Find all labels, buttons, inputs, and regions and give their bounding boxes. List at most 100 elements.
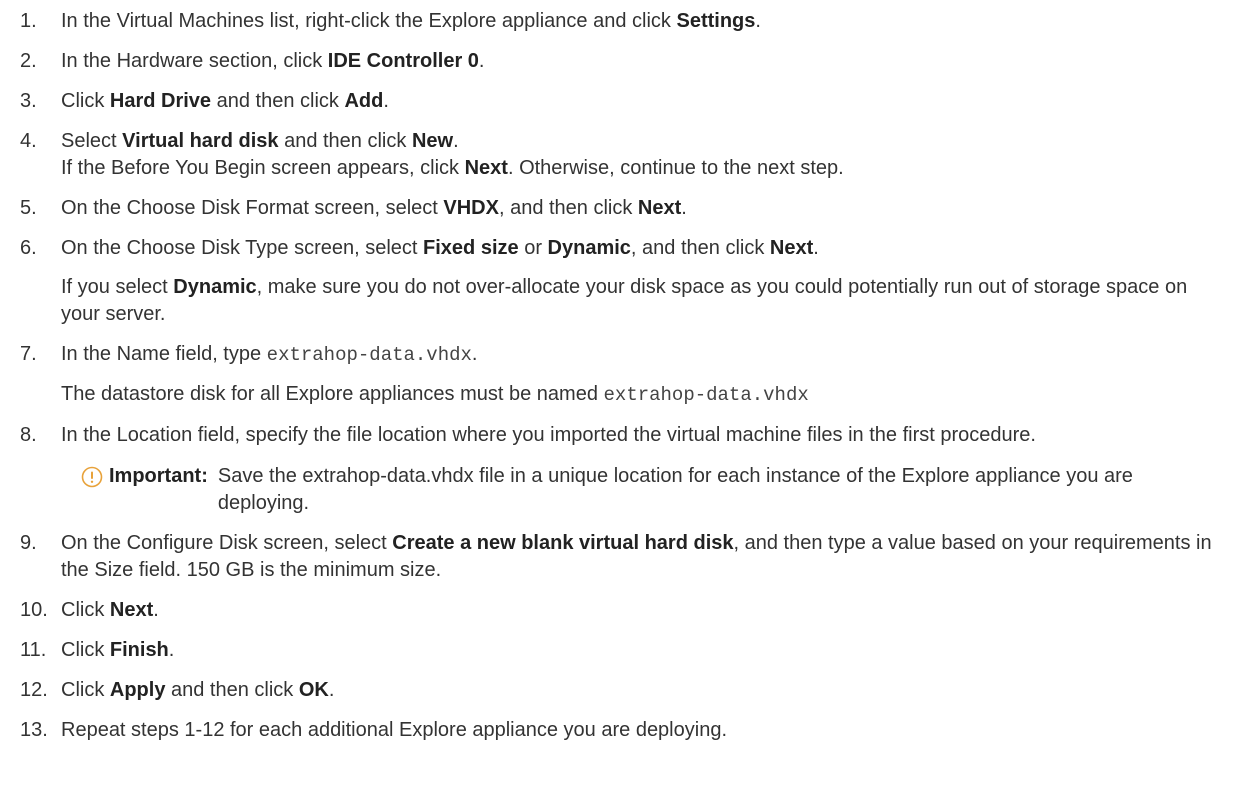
step-number: 2. [20, 50, 37, 72]
step-text: and then click [211, 90, 345, 112]
step-text: . Otherwise, continue to the next step. [507, 157, 844, 179]
step-number: 12. [20, 679, 48, 701]
ui-term: Add [344, 90, 384, 112]
step-text: . [813, 237, 819, 259]
step-item: 4. Select Virtual hard disk and then clic… [0, 128, 1240, 182]
step-text: . [453, 130, 459, 152]
step-instruction: In the Virtual Machines list, right-clic… [61, 8, 1220, 35]
step-instruction: On the Choose Disk Type screen, select F… [61, 235, 1220, 262]
step-item: 1. In the Virtual Machines list, right-cl… [0, 8, 1240, 35]
step-info: If the Before You Begin screen appears, … [61, 155, 1220, 182]
step-item: 2. In the Hardware section, click IDE Con… [0, 48, 1240, 75]
step-text: . [168, 639, 175, 661]
ui-term: Virtual hard disk [122, 130, 279, 152]
step-text: . [478, 50, 485, 72]
note-label: Important: [109, 465, 208, 487]
ui-term: Apply [109, 679, 166, 701]
step-text: , and then click [498, 197, 638, 219]
ui-term: Next [464, 157, 508, 179]
step-instruction: Repeat steps 1-12 for each additional Ex… [61, 717, 1220, 744]
step-text: Click [61, 90, 110, 112]
step-item: 6. On the Choose Disk Type screen, select… [0, 235, 1240, 328]
step-instruction: Select Virtual hard disk and then click … [61, 128, 1220, 155]
ui-term: OK [298, 679, 329, 701]
important-note: Important: Save the extrahop-data.vhdx fi… [81, 463, 1220, 517]
step-text: . [755, 10, 761, 32]
ui-term: Hard Drive [109, 90, 212, 112]
step-number: 4. [20, 130, 37, 152]
step-text: or [518, 237, 548, 259]
step-item: 5. On the Choose Disk Format screen, sele… [0, 195, 1240, 222]
step-number: 11. [20, 639, 47, 661]
step-number: 1. [20, 10, 37, 32]
step-instruction: Click Next. [61, 597, 1220, 624]
step-info: If you select Dynamic, make sure you do … [61, 274, 1220, 328]
step-number: 5. [20, 197, 37, 219]
step-text: In the Location field, specify the file … [61, 424, 1036, 446]
step-instruction: Click Hard Drive and then click Add. [61, 88, 1220, 115]
filename-code: extrahop-data.vhdx [266, 344, 472, 366]
step-item: 11. Click Finish. [0, 637, 1240, 664]
step-number: 13. [20, 719, 48, 741]
step-text: Click [61, 639, 110, 661]
step-instruction: On the Choose Disk Format screen, select… [61, 195, 1220, 222]
step-text: . [328, 679, 335, 701]
step-text: On the Choose Disk Format screen, select [61, 197, 444, 219]
step-instruction: In the Name field, type extrahop-data.vh… [61, 341, 1220, 369]
step-text: The datastore disk for all Explore appli… [61, 383, 604, 405]
ui-term: Next [769, 237, 814, 259]
step-number: 3. [20, 90, 37, 112]
step-text: On the Configure Disk screen, select [61, 532, 393, 554]
ui-term: Dynamic [173, 276, 257, 298]
step-instruction: In the Location field, specify the file … [61, 422, 1220, 449]
step-item: 9. On the Configure Disk screen, select C… [0, 530, 1240, 584]
step-item: 10. Click Next. [0, 597, 1240, 624]
step-number: 9. [20, 532, 37, 554]
step-text: and then click [165, 679, 299, 701]
step-item: 8. In the Location field, specify the fil… [0, 422, 1240, 517]
step-item: 13. Repeat steps 1-12 for each additional… [0, 717, 1240, 744]
step-number: 8. [20, 424, 37, 446]
procedure-steps: 1. In the Virtual Machines list, right-cl… [0, 0, 1240, 744]
step-text: and then click [278, 130, 412, 152]
ui-term: Next [637, 197, 682, 219]
step-text: In the Virtual Machines list, right-clic… [61, 10, 677, 32]
step-number: 7. [20, 343, 37, 365]
note-text: Save the extrahop-data.vhdx file in a un… [217, 465, 1133, 514]
step-text: . [471, 343, 478, 365]
step-text: In the Hardware section, click [61, 50, 328, 72]
step-number: 6. [20, 237, 37, 259]
step-instruction: In the Hardware section, click IDE Contr… [61, 48, 1220, 75]
step-text: . [153, 599, 159, 621]
step-text: . [681, 197, 687, 219]
step-text: If the Before You Begin screen appears, … [61, 157, 465, 179]
step-text: Click [61, 679, 110, 701]
step-item: 3. Click Hard Drive and then click Add. [0, 88, 1240, 115]
step-text: Select [61, 130, 123, 152]
step-instruction: Click Apply and then click OK. [61, 677, 1220, 704]
ui-term: VHDX [443, 197, 499, 219]
step-item: 7. In the Name field, type extrahop-data.… [0, 341, 1240, 409]
important-icon [81, 466, 103, 488]
ui-term: Settings [676, 10, 756, 32]
ui-term: Next [109, 599, 154, 621]
step-text: If you select [61, 276, 174, 298]
step-text: In the Name field, type [61, 343, 267, 365]
step-text: On the Choose Disk Type screen, select [61, 237, 424, 259]
step-instruction: Click Finish. [61, 637, 1220, 664]
step-text: . [383, 90, 389, 112]
ui-term: Fixed size [423, 237, 519, 259]
step-text: Repeat steps 1-12 for each additional Ex… [61, 719, 727, 741]
step-text: Click [61, 599, 110, 621]
step-info: The datastore disk for all Explore appli… [61, 381, 1220, 409]
filename-code: extrahop-data.vhdx [603, 384, 809, 406]
ui-term: Finish [109, 639, 169, 661]
ui-term: Create a new blank virtual hard disk [392, 532, 734, 554]
ui-term: IDE Controller 0 [327, 50, 479, 72]
step-text: , and then click [630, 237, 770, 259]
step-number: 10. [20, 599, 48, 621]
ui-term: New [411, 130, 454, 152]
step-instruction: On the Configure Disk screen, select Cre… [61, 530, 1220, 584]
step-item: 12. Click Apply and then click OK. [0, 677, 1240, 704]
ui-term: Dynamic [547, 237, 631, 259]
